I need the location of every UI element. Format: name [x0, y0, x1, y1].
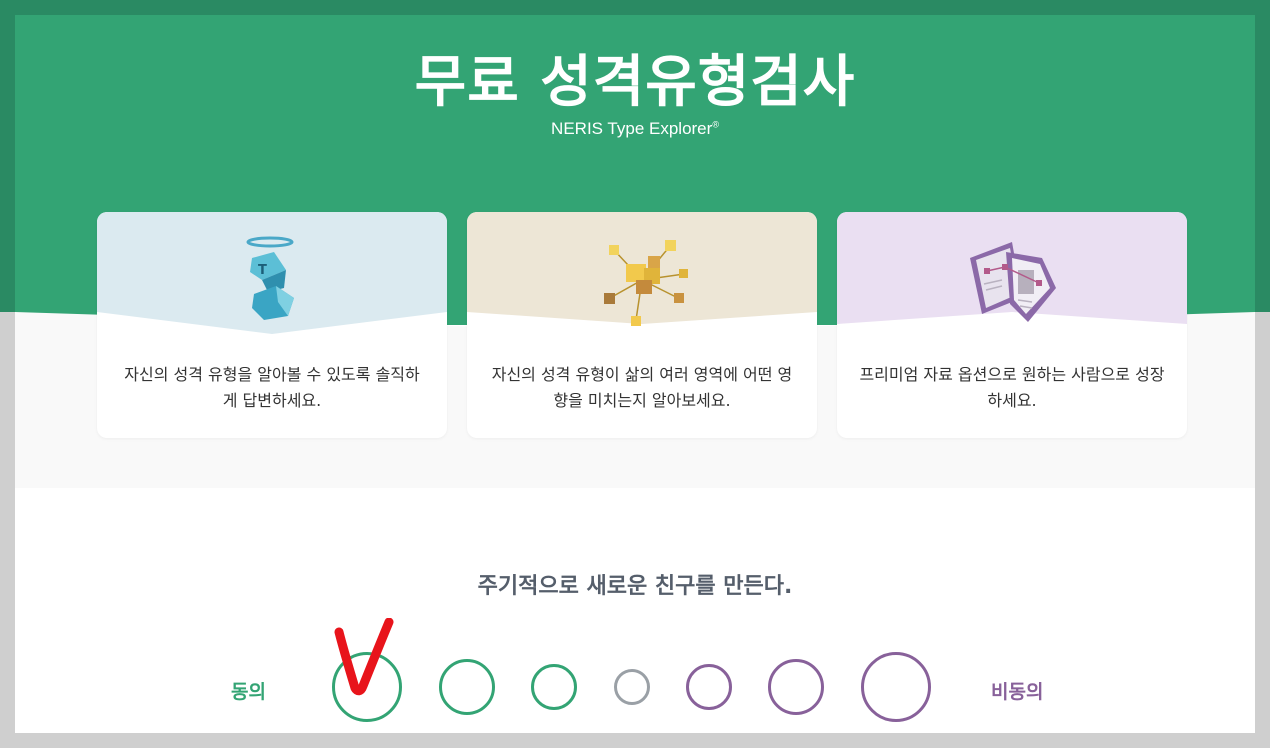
- page-subtitle: NERIS Type Explorer®: [551, 119, 719, 138]
- card-illustration-area: [467, 212, 817, 342]
- floating-cubes-icon: T: [246, 236, 294, 320]
- card-text: 프리미엄 자료 옵션으로 원하는 사람으로 성장하세요.: [859, 365, 1165, 410]
- info-card-answer-honestly: T 자신의 성격 유형을 알아볼 수 있도록 솔직하게 답변하세요.: [97, 212, 447, 438]
- option-neutral[interactable]: [614, 669, 650, 705]
- info-card-premium-growth: 프리미엄 자료 옵션으로 원하는 사람으로 성장하세요.: [837, 212, 1187, 438]
- agree-label: 동의: [231, 681, 266, 703]
- connected-boxes-icon: [604, 240, 688, 326]
- option-agree[interactable]: [439, 659, 495, 715]
- card-illustration-area: [837, 212, 1187, 342]
- page-title: 무료 성격유형검사: [414, 50, 856, 115]
- option-slightly-agree[interactable]: [531, 664, 577, 710]
- card-text: 자신의 성격 유형이 삶의 여러 영역에 어떤 영향을 미치는지 알아보세요.: [491, 365, 793, 410]
- option-slightly-disagree[interactable]: [686, 664, 732, 710]
- question-text: 주기적으로 새로운 친구를 만든다.: [477, 574, 793, 599]
- screenshot-frame: 무료 성격유형검사 NERIS Type Explorer® T 자신의 성격 …: [0, 0, 1270, 748]
- option-disagree[interactable]: [768, 659, 824, 715]
- disagree-label: 비동의: [991, 681, 1044, 703]
- option-strongly-disagree[interactable]: [861, 652, 931, 722]
- documents-icon: [970, 242, 1056, 322]
- checkmark-annotation-icon: [334, 618, 394, 696]
- info-card-life-impact: 자신의 성격 유형이 삶의 여러 영역에 어떤 영향을 미치는지 알아보세요.: [467, 212, 817, 438]
- card-illustration-area: T: [97, 212, 447, 342]
- svg-text:T: T: [258, 263, 267, 278]
- card-text: 자신의 성격 유형을 알아볼 수 있도록 솔직하게 답변하세요.: [124, 365, 420, 410]
- page: 무료 성격유형검사 NERIS Type Explorer® T 자신의 성격 …: [15, 15, 1255, 733]
